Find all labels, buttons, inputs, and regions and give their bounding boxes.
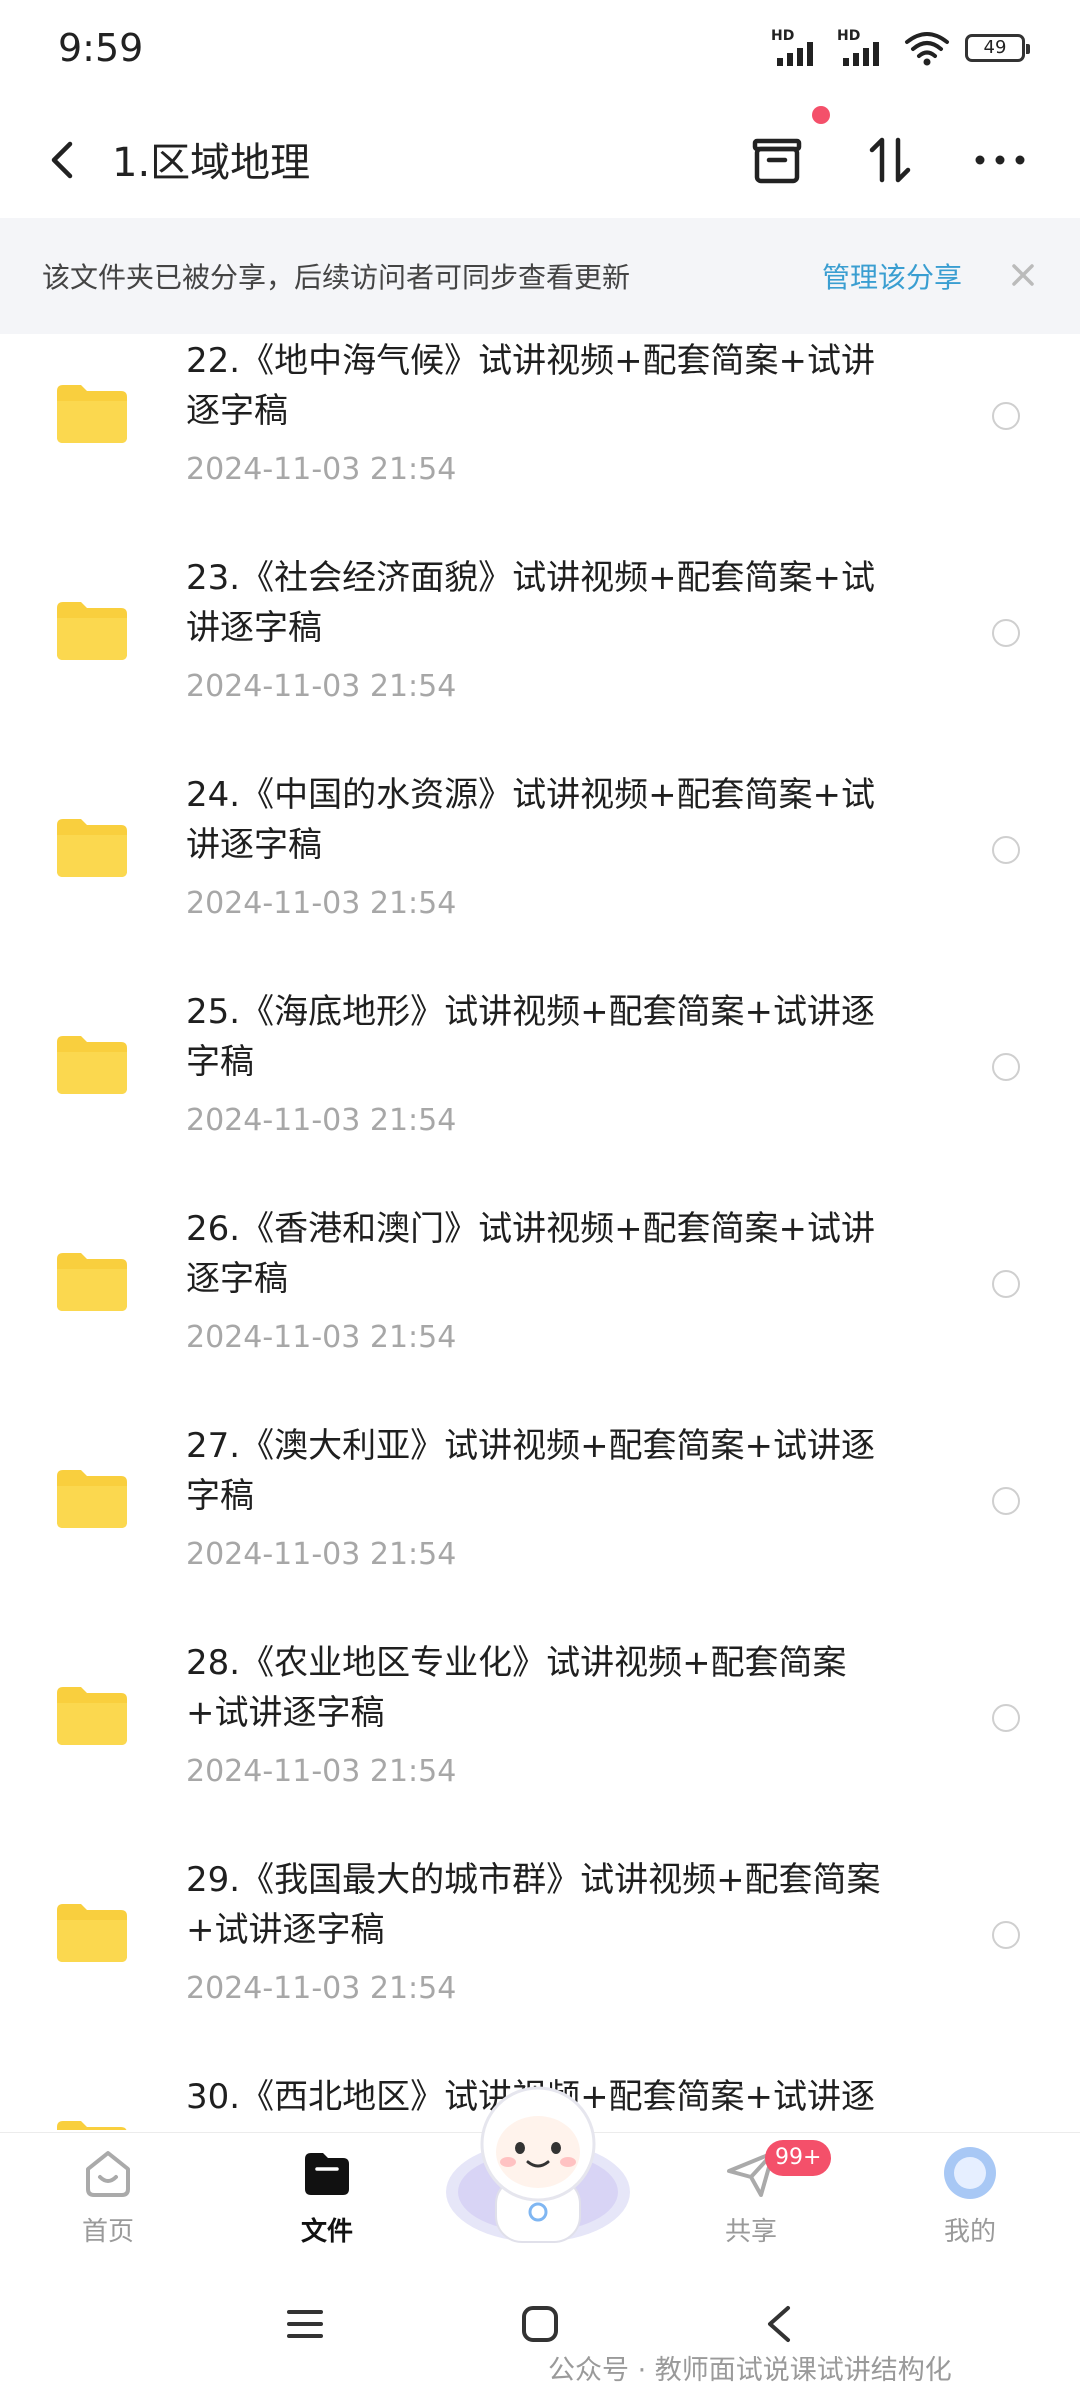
nav-files-label: 文件 xyxy=(300,2217,353,2247)
select-radio[interactable] xyxy=(992,619,1020,647)
folder-name: 27.《澳大利亚》试讲视频+配套简案+试讲逐 字稿 xyxy=(186,1426,876,1516)
folder-date: 2024-11-03 21:54 xyxy=(186,669,457,704)
share-notice-text: 该文件夹已被分享，后续访问者可同步查看更新 xyxy=(42,261,631,294)
battery-indicator: 49 xyxy=(965,34,1030,62)
archive-icon[interactable] xyxy=(745,128,809,192)
folder-name: 24.《中国的水资源》试讲视频+配套简案+试 讲逐字稿 xyxy=(186,775,876,865)
folder-name: 26.《香港和澳门》试讲视频+配套简案+试讲 逐字稿 xyxy=(186,1209,876,1299)
files-icon xyxy=(305,2153,349,2195)
folder-name: 25.《海底地形》试讲视频+配套简案+试讲逐 字稿 xyxy=(186,992,876,1082)
folder-icon xyxy=(57,385,127,443)
folder-icon xyxy=(57,602,127,660)
select-radio[interactable] xyxy=(992,1270,1020,1298)
share-notice: 该文件夹已被分享，后续访问者可同步查看更新 管理该分享 xyxy=(0,218,1080,334)
cell-signal-icon: HD xyxy=(771,28,823,68)
menu-icon[interactable] xyxy=(285,2304,325,2344)
watermark: 公众号 · 教师面试说课试讲结构化 xyxy=(548,2355,952,2386)
folder-date: 2024-11-03 21:54 xyxy=(186,886,457,921)
folder-icon xyxy=(57,1687,127,1745)
list-item[interactable]: 22.《地中海气候》试讲视频+配套简案+试讲 逐字稿 2024-11-03 21:… xyxy=(0,334,1080,551)
select-radio[interactable] xyxy=(992,1053,1020,1081)
list-item[interactable]: 27.《澳大利亚》试讲视频+配套简案+试讲逐 字稿 2024-11-03 21:5… xyxy=(0,1419,1080,1636)
folder-date: 2024-11-03 21:54 xyxy=(186,452,457,487)
list-item[interactable]: 26.《香港和澳门》试讲视频+配套简案+试讲 逐字稿 2024-11-03 21:… xyxy=(0,1202,1080,1419)
folder-icon xyxy=(57,1253,127,1311)
list-item[interactable]: 29.《我国最大的城市群》试讲视频+配套简案 +试讲逐字稿 2024-11-03 … xyxy=(0,1853,1080,2070)
wifi-icon xyxy=(905,32,949,66)
avatar xyxy=(944,2147,996,2199)
folder-icon xyxy=(57,1904,127,1962)
status-bar: 9:59 HD HD 49 xyxy=(0,0,1080,100)
file-list[interactable]: 22.《地中海气候》试讲视频+配套简案+试讲 逐字稿 2024-11-03 21:… xyxy=(0,334,1080,2130)
folder-name: 28.《农业地区专业化》试讲视频+配套简案 +试讲逐字稿 xyxy=(186,1643,847,1733)
back-icon[interactable] xyxy=(40,132,90,188)
folder-date: 2024-11-03 21:54 xyxy=(186,1754,457,1789)
folder-date: 2024-11-03 21:54 xyxy=(186,1320,457,1355)
nav-mine[interactable]: 我的 xyxy=(905,2145,1035,2265)
manage-share-link[interactable]: 管理该分享 xyxy=(822,256,962,296)
mascot-icon[interactable] xyxy=(440,2082,636,2252)
select-radio[interactable] xyxy=(992,1487,1020,1515)
cell-signal-icon-2: HD xyxy=(837,28,889,68)
list-item[interactable]: 23.《社会经济面貌》试讲视频+配套简案+试 讲逐字稿 2024-11-03 21… xyxy=(0,551,1080,768)
list-item[interactable]: 25.《海底地形》试讲视频+配套简案+试讲逐 字稿 2024-11-03 21:5… xyxy=(0,985,1080,1202)
list-item[interactable]: 24.《中国的水资源》试讲视频+配套简案+试 讲逐字稿 2024-11-03 21… xyxy=(0,768,1080,985)
sort-icon[interactable] xyxy=(858,128,922,192)
folder-date: 2024-11-03 21:54 xyxy=(186,1971,457,2006)
header: 1.区域地理 xyxy=(0,100,1080,218)
folder-name: 23.《社会经济面貌》试讲视频+配套简案+试 讲逐字稿 xyxy=(186,558,876,648)
notification-dot xyxy=(812,106,830,124)
status-icons: HD HD 49 xyxy=(771,28,1030,68)
nav-files[interactable]: 文件 xyxy=(262,2145,392,2265)
home-square-icon[interactable] xyxy=(520,2304,560,2344)
system-back-icon[interactable] xyxy=(760,2302,796,2346)
folder-date: 2024-11-03 21:54 xyxy=(186,1103,457,1138)
page-title: 1.区域地理 xyxy=(112,140,311,186)
nav-home-label: 首页 xyxy=(81,2217,134,2247)
folder-icon xyxy=(57,1036,127,1094)
select-radio[interactable] xyxy=(992,1704,1020,1732)
close-icon[interactable] xyxy=(1006,258,1040,292)
folder-icon xyxy=(57,819,127,877)
status-time: 9:59 xyxy=(58,26,144,70)
more-icon[interactable] xyxy=(968,128,1032,192)
folder-name: 29.《我国最大的城市群》试讲视频+配套简案 +试讲逐字稿 xyxy=(186,1860,881,1950)
list-item[interactable]: 28.《农业地区专业化》试讲视频+配套简案 +试讲逐字稿 2024-11-03 2… xyxy=(0,1636,1080,1853)
share-badge: 99+ xyxy=(765,2140,832,2176)
folder-icon xyxy=(57,1470,127,1528)
nav-mine-label: 我的 xyxy=(943,2217,996,2247)
system-nav: 公众号 · 教师面试说课试讲结构化 xyxy=(0,2272,1080,2401)
nav-home[interactable]: 首页 xyxy=(43,2145,173,2265)
home-icon xyxy=(86,2151,130,2197)
select-radio[interactable] xyxy=(992,402,1020,430)
folder-icon xyxy=(57,2121,127,2130)
folder-name: 22.《地中海气候》试讲视频+配套简案+试讲 逐字稿 xyxy=(186,341,876,431)
folder-date: 2024-11-03 21:54 xyxy=(186,1537,457,1572)
select-radio[interactable] xyxy=(992,1921,1020,1949)
select-radio[interactable] xyxy=(992,836,1020,864)
nav-share-label: 共享 xyxy=(724,2217,777,2247)
